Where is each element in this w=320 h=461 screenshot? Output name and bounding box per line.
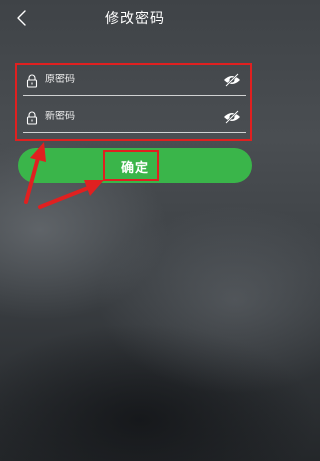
arrow-to-confirm-icon — [38, 180, 104, 209]
field-underline — [23, 95, 246, 96]
field-underline — [23, 132, 246, 133]
old-password-field[interactable] — [23, 66, 246, 96]
lock-icon — [26, 111, 38, 125]
page-title: 修改密码 — [105, 11, 165, 27]
top-bar: 修改密码 — [0, 0, 270, 36]
eye-hidden-icon[interactable] — [222, 109, 242, 125]
confirm-highlight-box — [103, 150, 159, 181]
lock-icon — [26, 74, 38, 88]
password-form-highlight — [15, 63, 252, 141]
new-password-input[interactable] — [45, 111, 195, 122]
eye-hidden-icon[interactable] — [222, 72, 242, 88]
old-password-input[interactable] — [45, 74, 195, 85]
new-password-field[interactable] — [23, 103, 246, 133]
